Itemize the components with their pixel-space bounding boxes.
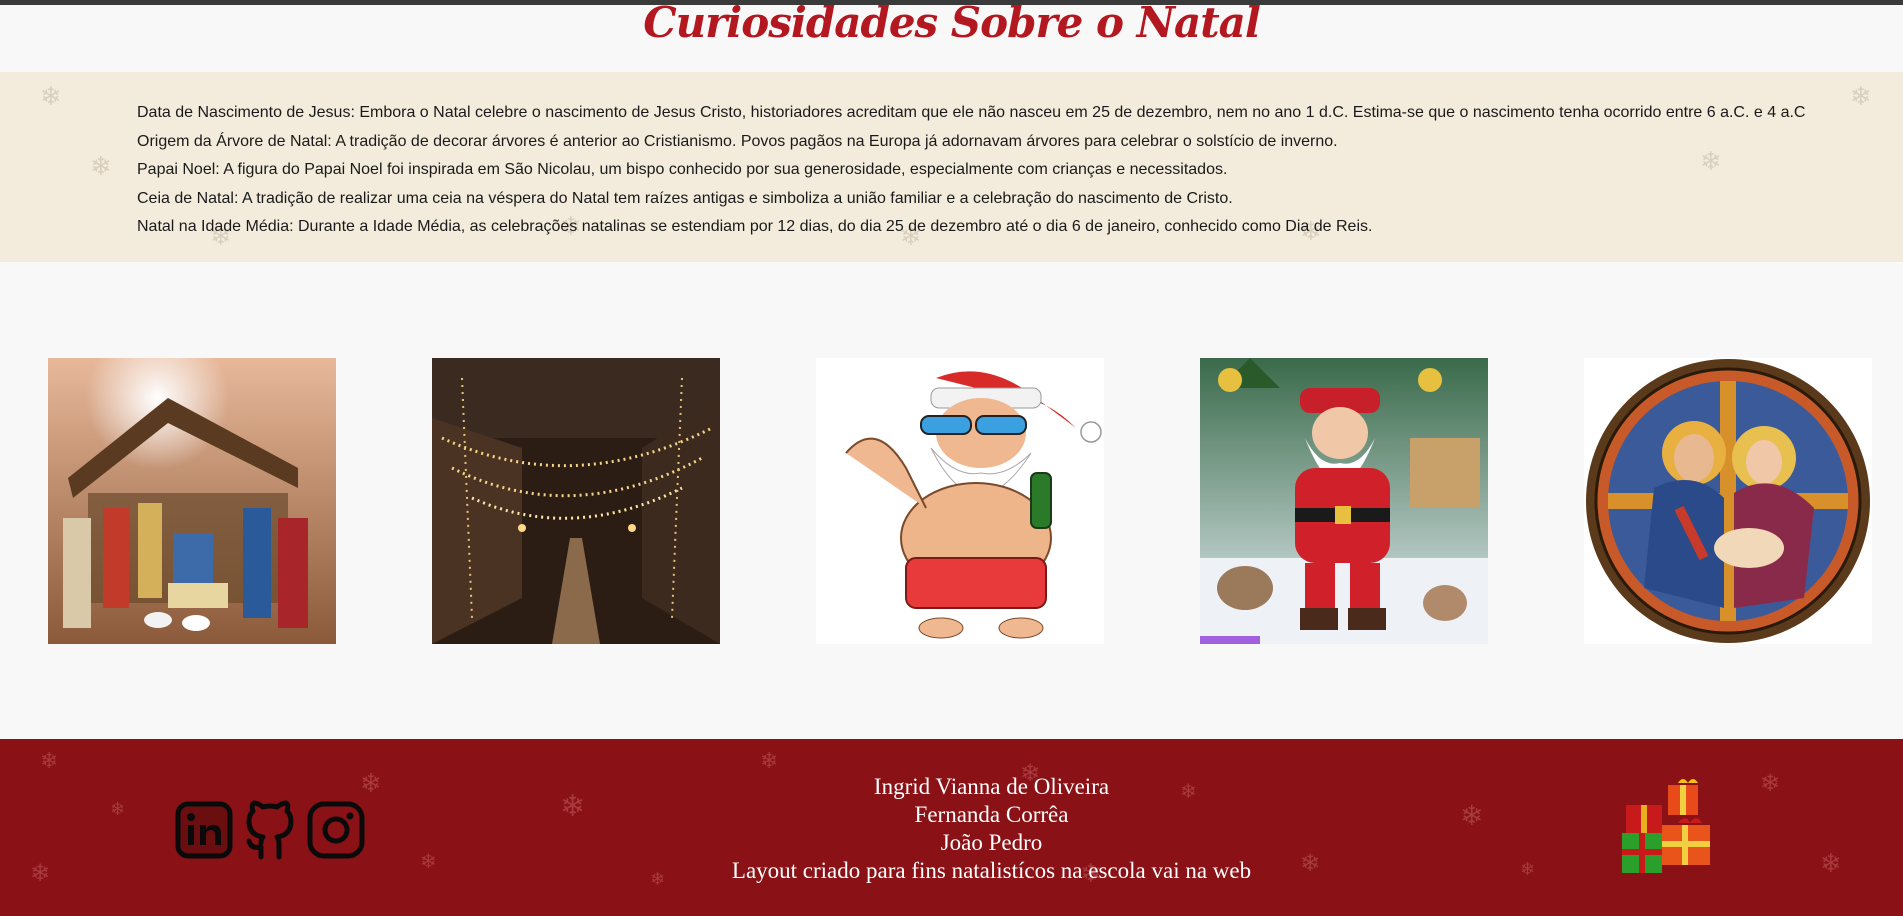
santa-claus-image xyxy=(1200,358,1488,644)
fact-item: Ceia de Natal: A tradição de realizar um… xyxy=(137,189,1233,207)
nativity-scene-image xyxy=(48,358,336,644)
stained-glass-holy-family-image xyxy=(1584,358,1872,644)
snowflake-icon: ❄ xyxy=(90,152,112,182)
facts-section: ❄ ❄ ❄ ❄ ❄ ❄ ❄ ❄ Data de Nascimento de Je… xyxy=(0,72,1903,262)
gift-boxes-icon xyxy=(1618,775,1718,875)
snowflake-icon: ❄ xyxy=(1850,82,1872,112)
snowflake-icon: ❄ xyxy=(40,82,62,112)
fact-item: Papai Noel: A figura do Papai Noel foi i… xyxy=(137,161,1228,178)
fact-item: Data de Nascimento de Jesus: Embora o Na… xyxy=(137,104,1806,121)
fact-item: Natal na Idade Média: Durante a Idade Mé… xyxy=(137,218,1373,235)
beach-santa-image xyxy=(816,358,1104,644)
fact-item: Origem da Árvore de Natal: A tradição de… xyxy=(137,132,1338,150)
snowflake-icon: ❄ xyxy=(760,749,779,774)
page-title: Curiosidades Sobre o Natal xyxy=(643,0,1261,47)
lit-street-image xyxy=(432,358,720,644)
facts-list: Data de Nascimento de Jesus: Embora o Na… xyxy=(137,99,1805,242)
snowflake-icon: ❄ xyxy=(40,749,59,774)
footer: ❄ ❄ ❄ ❄ ❄ ❄ ❄ ❄ ❄ ❄ ❄ ❄ ❄ ❄ ❄ ❄ Ingrid V… xyxy=(0,739,1903,916)
image-gallery xyxy=(0,358,1903,644)
